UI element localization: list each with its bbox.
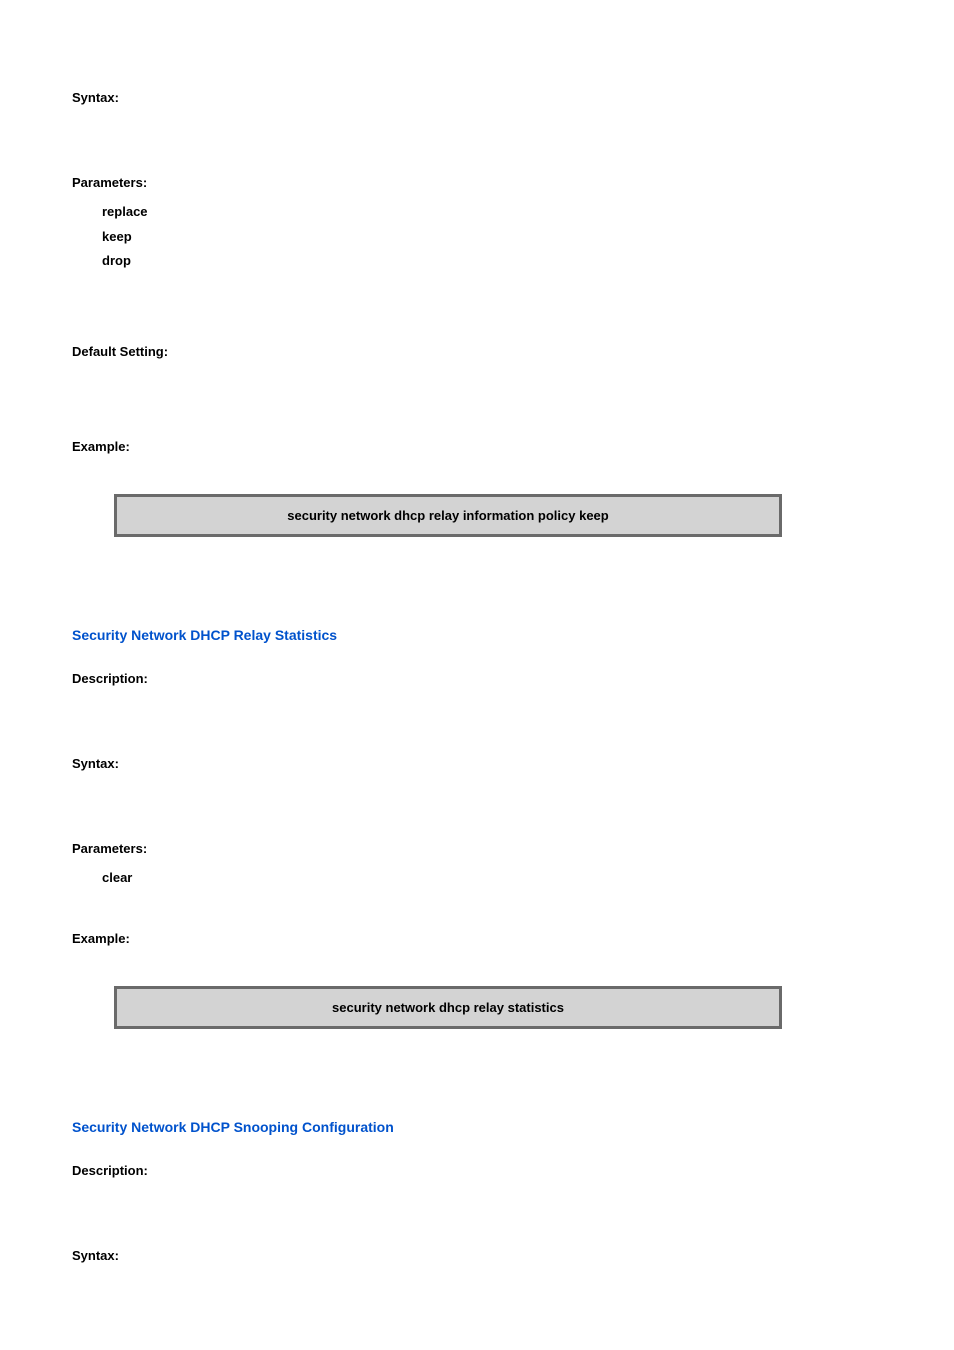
syntax-label: Syntax:	[72, 756, 882, 771]
parameter-item: replace	[102, 200, 882, 225]
example-label: Example:	[72, 439, 882, 454]
parameter-item: drop	[102, 249, 882, 274]
default-setting-label: Default Setting:	[72, 344, 882, 359]
syntax-label: Syntax:	[72, 90, 882, 105]
section-heading-relay-statistics: Security Network DHCP Relay Statistics	[72, 627, 882, 643]
parameters-label: Parameters:	[72, 175, 882, 190]
syntax-label: Syntax:	[72, 1248, 882, 1263]
code-example-box: security network dhcp relay statistics	[114, 986, 782, 1029]
document-page: Syntax: Parameters: replace keep drop De…	[0, 0, 954, 1323]
description-label: Description:	[72, 671, 882, 686]
parameter-item: keep	[102, 225, 882, 250]
parameters-label: Parameters:	[72, 841, 882, 856]
code-example-box: security network dhcp relay information …	[114, 494, 782, 537]
section-heading-snooping-config: Security Network DHCP Snooping Configura…	[72, 1119, 882, 1135]
example-label: Example:	[72, 931, 882, 946]
parameter-item: clear	[102, 866, 882, 891]
description-label: Description:	[72, 1163, 882, 1178]
